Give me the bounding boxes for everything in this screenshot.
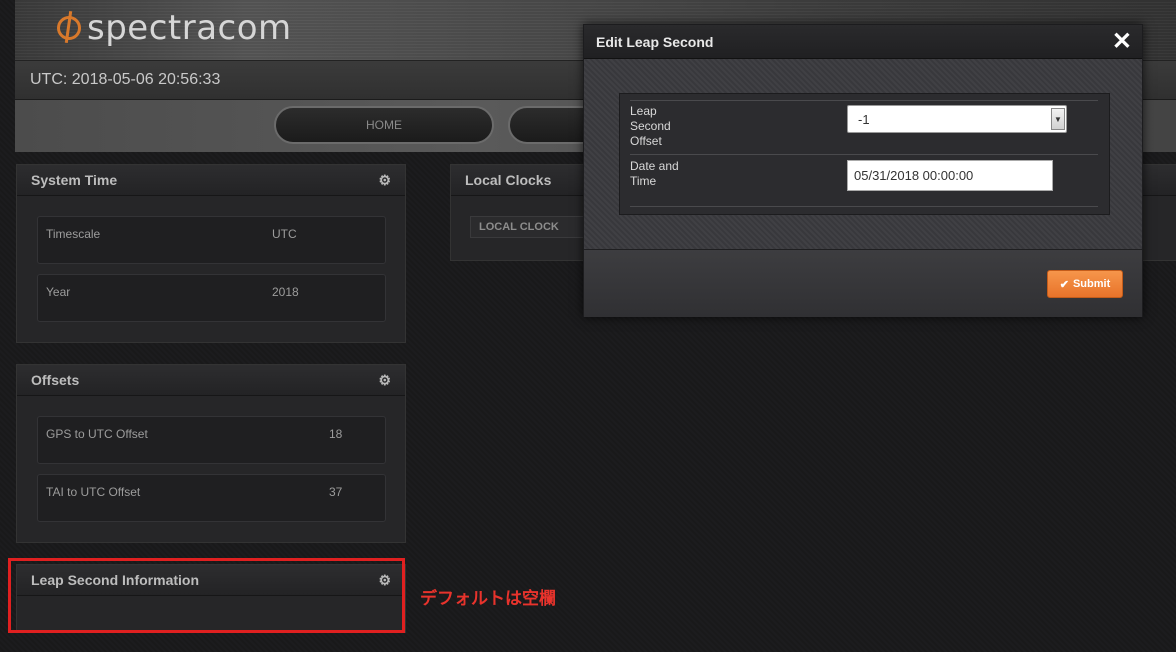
list-item: GPS to UTC Offset 18 bbox=[37, 416, 386, 464]
row-label: Year bbox=[46, 285, 71, 299]
dialog-title: Edit Leap Second bbox=[596, 33, 714, 50]
edit-leap-second-dialog: Edit Leap Second ✕ Leap Second Offset -1… bbox=[583, 24, 1143, 317]
close-icon[interactable]: ✕ bbox=[1112, 27, 1132, 56]
logo-text: spectracom bbox=[87, 8, 292, 48]
list-item: Year 2018 bbox=[37, 274, 386, 322]
leap-second-form: Leap Second Offset -1 ▼ Date and Time bbox=[619, 93, 1110, 215]
divider bbox=[630, 154, 1098, 155]
panel-header: Offsets ⚙ bbox=[17, 365, 405, 396]
row-value: UTC bbox=[272, 227, 297, 241]
utc-clock: UTC: 2018-05-06 20:56:33 bbox=[30, 71, 221, 88]
divider bbox=[630, 206, 1098, 207]
row-label: GPS to UTC Offset bbox=[46, 427, 148, 441]
row-value: 37 bbox=[329, 485, 343, 499]
check-icon: ✔ bbox=[1059, 278, 1069, 291]
row-label: Timescale bbox=[46, 227, 101, 241]
local-clock-column-header: LOCAL CLOCK bbox=[470, 216, 590, 238]
row-label: TAI to UTC Offset bbox=[46, 485, 141, 499]
list-item: TAI to UTC Offset 37 bbox=[37, 474, 386, 522]
list-item: Timescale UTC bbox=[37, 216, 386, 264]
date-time-label: Date and Time bbox=[630, 159, 679, 188]
chevron-down-icon[interactable]: ▼ bbox=[1051, 108, 1065, 130]
offsets-panel: Offsets ⚙ GPS to UTC Offset 18 TAI to UT… bbox=[16, 364, 406, 543]
gear-icon[interactable]: ⚙ bbox=[378, 372, 391, 389]
annotation-highlight-box bbox=[8, 558, 405, 633]
panel-title: System Time bbox=[31, 172, 118, 188]
row-value: 18 bbox=[329, 427, 343, 441]
gear-icon[interactable]: ⚙ bbox=[378, 172, 391, 189]
logo-mark-icon bbox=[57, 16, 81, 40]
spectracom-logo: spectracom bbox=[57, 8, 292, 48]
panel-header: System Time ⚙ bbox=[17, 165, 405, 196]
divider bbox=[630, 100, 1098, 101]
dialog-header: Edit Leap Second ✕ bbox=[584, 25, 1142, 59]
annotation-note: デフォルトは空欄 bbox=[420, 589, 556, 609]
leap-second-offset-label: Leap Second Offset bbox=[630, 104, 671, 148]
dialog-body: Leap Second Offset -1 ▼ Date and Time bbox=[584, 59, 1142, 249]
row-value: 2018 bbox=[272, 285, 299, 299]
dialog-footer: ✔ Submit bbox=[584, 249, 1142, 317]
panel-title: Offsets bbox=[31, 372, 80, 388]
select-value: -1 bbox=[858, 111, 870, 127]
leap-second-offset-select[interactable]: -1 ▼ bbox=[847, 105, 1067, 133]
submit-label: Submit bbox=[1072, 278, 1111, 290]
nav-home-button[interactable]: HOME bbox=[274, 106, 494, 144]
submit-button[interactable]: ✔ Submit bbox=[1047, 270, 1123, 298]
system-time-panel: System Time ⚙ Timescale UTC Year 2018 bbox=[16, 164, 406, 343]
date-time-input[interactable] bbox=[847, 160, 1053, 191]
panel-title: Local Clocks bbox=[465, 172, 552, 188]
